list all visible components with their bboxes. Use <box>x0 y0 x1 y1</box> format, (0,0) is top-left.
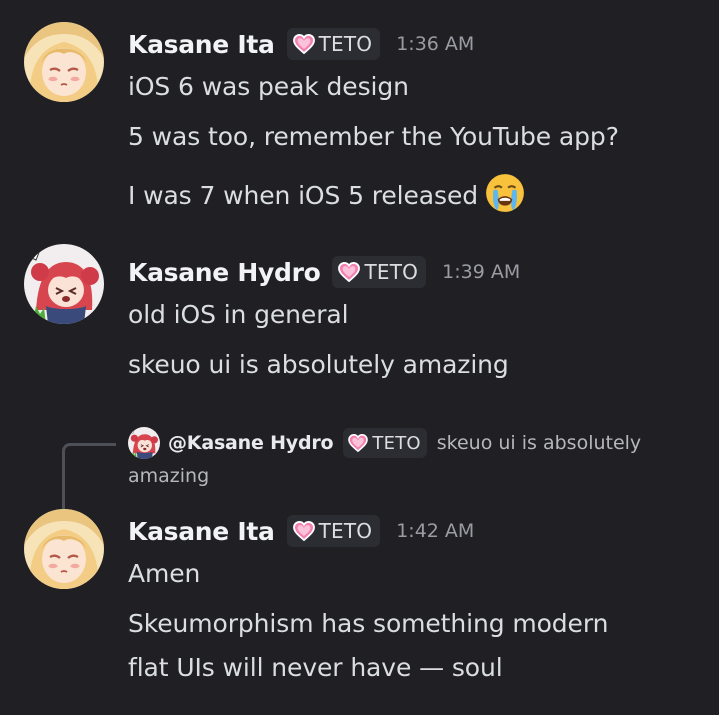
message-group: Kasane Hydro TETO 1:39 AM old iOS in gen… <box>0 240 719 390</box>
timestamp[interactable]: 1:36 AM <box>396 33 474 55</box>
username[interactable]: Kasane Ita <box>128 30 275 59</box>
server-tag-label: TETO <box>318 519 373 543</box>
message-text: Amen <box>128 559 201 588</box>
avatar[interactable] <box>24 22 104 102</box>
username[interactable]: Kasane Ita <box>128 517 275 546</box>
message-text: I was 7 when iOS 5 released <box>128 172 526 214</box>
timestamp[interactable]: 1:42 AM <box>396 520 474 542</box>
server-tag[interactable]: TETO <box>332 256 427 288</box>
avatar[interactable] <box>24 244 104 324</box>
heart-icon <box>293 521 315 541</box>
server-tag-label: TETO <box>318 32 373 56</box>
server-tag[interactable]: TETO <box>286 515 381 547</box>
message-text: skeuo ui is absolutely amazing <box>128 350 509 379</box>
kasane-hydro-avatar-icon <box>24 244 104 324</box>
reply-snippet[interactable]: amazing <box>128 465 209 487</box>
reply-snippet[interactable]: skeuo ui is absolutely <box>437 432 641 454</box>
message-text: 5 was too, remember the YouTube app? <box>128 122 619 151</box>
server-tag[interactable]: TETO <box>343 428 427 458</box>
heart-icon <box>293 34 315 54</box>
message-group: Kasane Ita TETO 1:42 AM Amen Skeumorphis… <box>0 495 719 715</box>
reply-avatar[interactable] <box>128 427 160 459</box>
avatar[interactable] <box>24 509 104 589</box>
message-text: Skeumorphism has something modern <box>128 609 609 638</box>
server-tag[interactable]: TETO <box>286 28 381 60</box>
kasane-hydro-avatar-icon <box>128 427 160 459</box>
chat-message-list: Kasane Ita TETO 1:36 AM iOS 6 was peak d… <box>0 0 719 715</box>
message-header: Kasane Ita TETO 1:42 AM <box>128 515 474 547</box>
message-text-content: I was 7 when iOS 5 released <box>128 181 478 210</box>
loudly-crying-face-emoji-icon <box>484 172 526 214</box>
server-tag-label: TETO <box>364 260 419 284</box>
message-header: Kasane Ita TETO 1:36 AM <box>128 28 474 60</box>
reply-header: @Kasane Hydro TETO skeuo ui is absolutel… <box>128 427 641 459</box>
reply-preview[interactable]: @Kasane Hydro TETO skeuo ui is absolutel… <box>0 425 719 523</box>
message-text: flat UIs will never have — soul <box>128 653 503 682</box>
username[interactable]: Kasane Hydro <box>128 258 321 287</box>
kasane-ita-avatar-icon <box>24 509 104 589</box>
message-group: Kasane Ita TETO 1:36 AM iOS 6 was peak d… <box>0 0 719 220</box>
message-text: old iOS in general <box>128 300 349 329</box>
reply-mention[interactable]: @Kasane Hydro <box>168 432 334 454</box>
message-header: Kasane Hydro TETO 1:39 AM <box>128 256 520 288</box>
heart-icon <box>338 262 360 282</box>
heart-icon <box>348 434 368 452</box>
kasane-ita-avatar-icon <box>24 22 104 102</box>
server-tag-label: TETO <box>372 432 421 454</box>
message-text: iOS 6 was peak design <box>128 72 409 101</box>
timestamp[interactable]: 1:39 AM <box>442 261 520 283</box>
